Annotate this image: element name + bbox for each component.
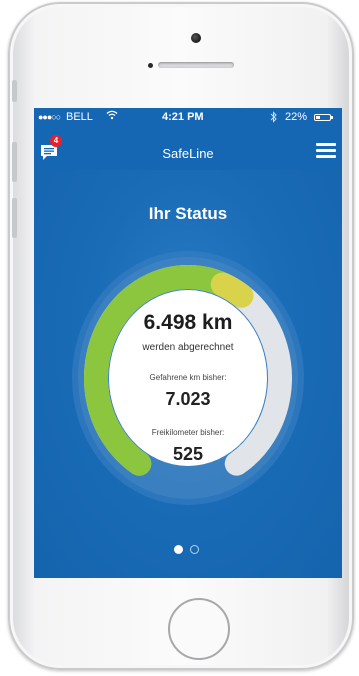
battery-percent: 22%	[285, 111, 308, 123]
page-dot-2[interactable]	[190, 545, 199, 554]
billed-km-value: 6.498 km	[143, 311, 233, 334]
app-title: SafeLine	[162, 146, 214, 161]
nav-bar: 4 SafeLine	[34, 128, 342, 170]
carrier-name: BELL	[66, 111, 93, 123]
front-camera	[191, 33, 201, 43]
clock: 4:21 PM	[162, 111, 204, 123]
wifi-icon	[106, 110, 118, 123]
volume-up-button	[12, 142, 17, 182]
free-km-label: Freikilometer bisher:	[151, 428, 225, 437]
bluetooth-icon	[270, 111, 278, 126]
signal-strength: ●●●○○	[38, 112, 61, 122]
mute-switch	[12, 80, 17, 102]
earpiece-speaker	[158, 62, 234, 68]
hamburger-menu-icon[interactable]	[316, 143, 336, 159]
proximity-sensor	[148, 63, 153, 68]
free-km-value: 525	[172, 444, 204, 464]
driven-km-label: Gefahrene km bisher:	[149, 373, 227, 382]
battery-icon	[314, 114, 333, 121]
volume-down-button	[12, 198, 17, 238]
page-dot-1[interactable]	[174, 545, 183, 554]
home-button[interactable]	[168, 598, 230, 660]
app-screen: ●●●○○ BELL 4:21 PM 22% 4 SafeLine Ihr St…	[34, 108, 342, 578]
driven-km-value: 7.023	[165, 389, 211, 409]
gauge-free-arc	[210, 272, 254, 308]
status-bar: ●●●○○ BELL 4:21 PM 22%	[34, 108, 342, 128]
billed-km-label: werden abgerechnet	[142, 342, 234, 353]
page-title: Ihr Status	[148, 204, 228, 223]
km-status-gauge: 6.498 km werden abgerechnet Gefahrene km…	[70, 247, 306, 509]
